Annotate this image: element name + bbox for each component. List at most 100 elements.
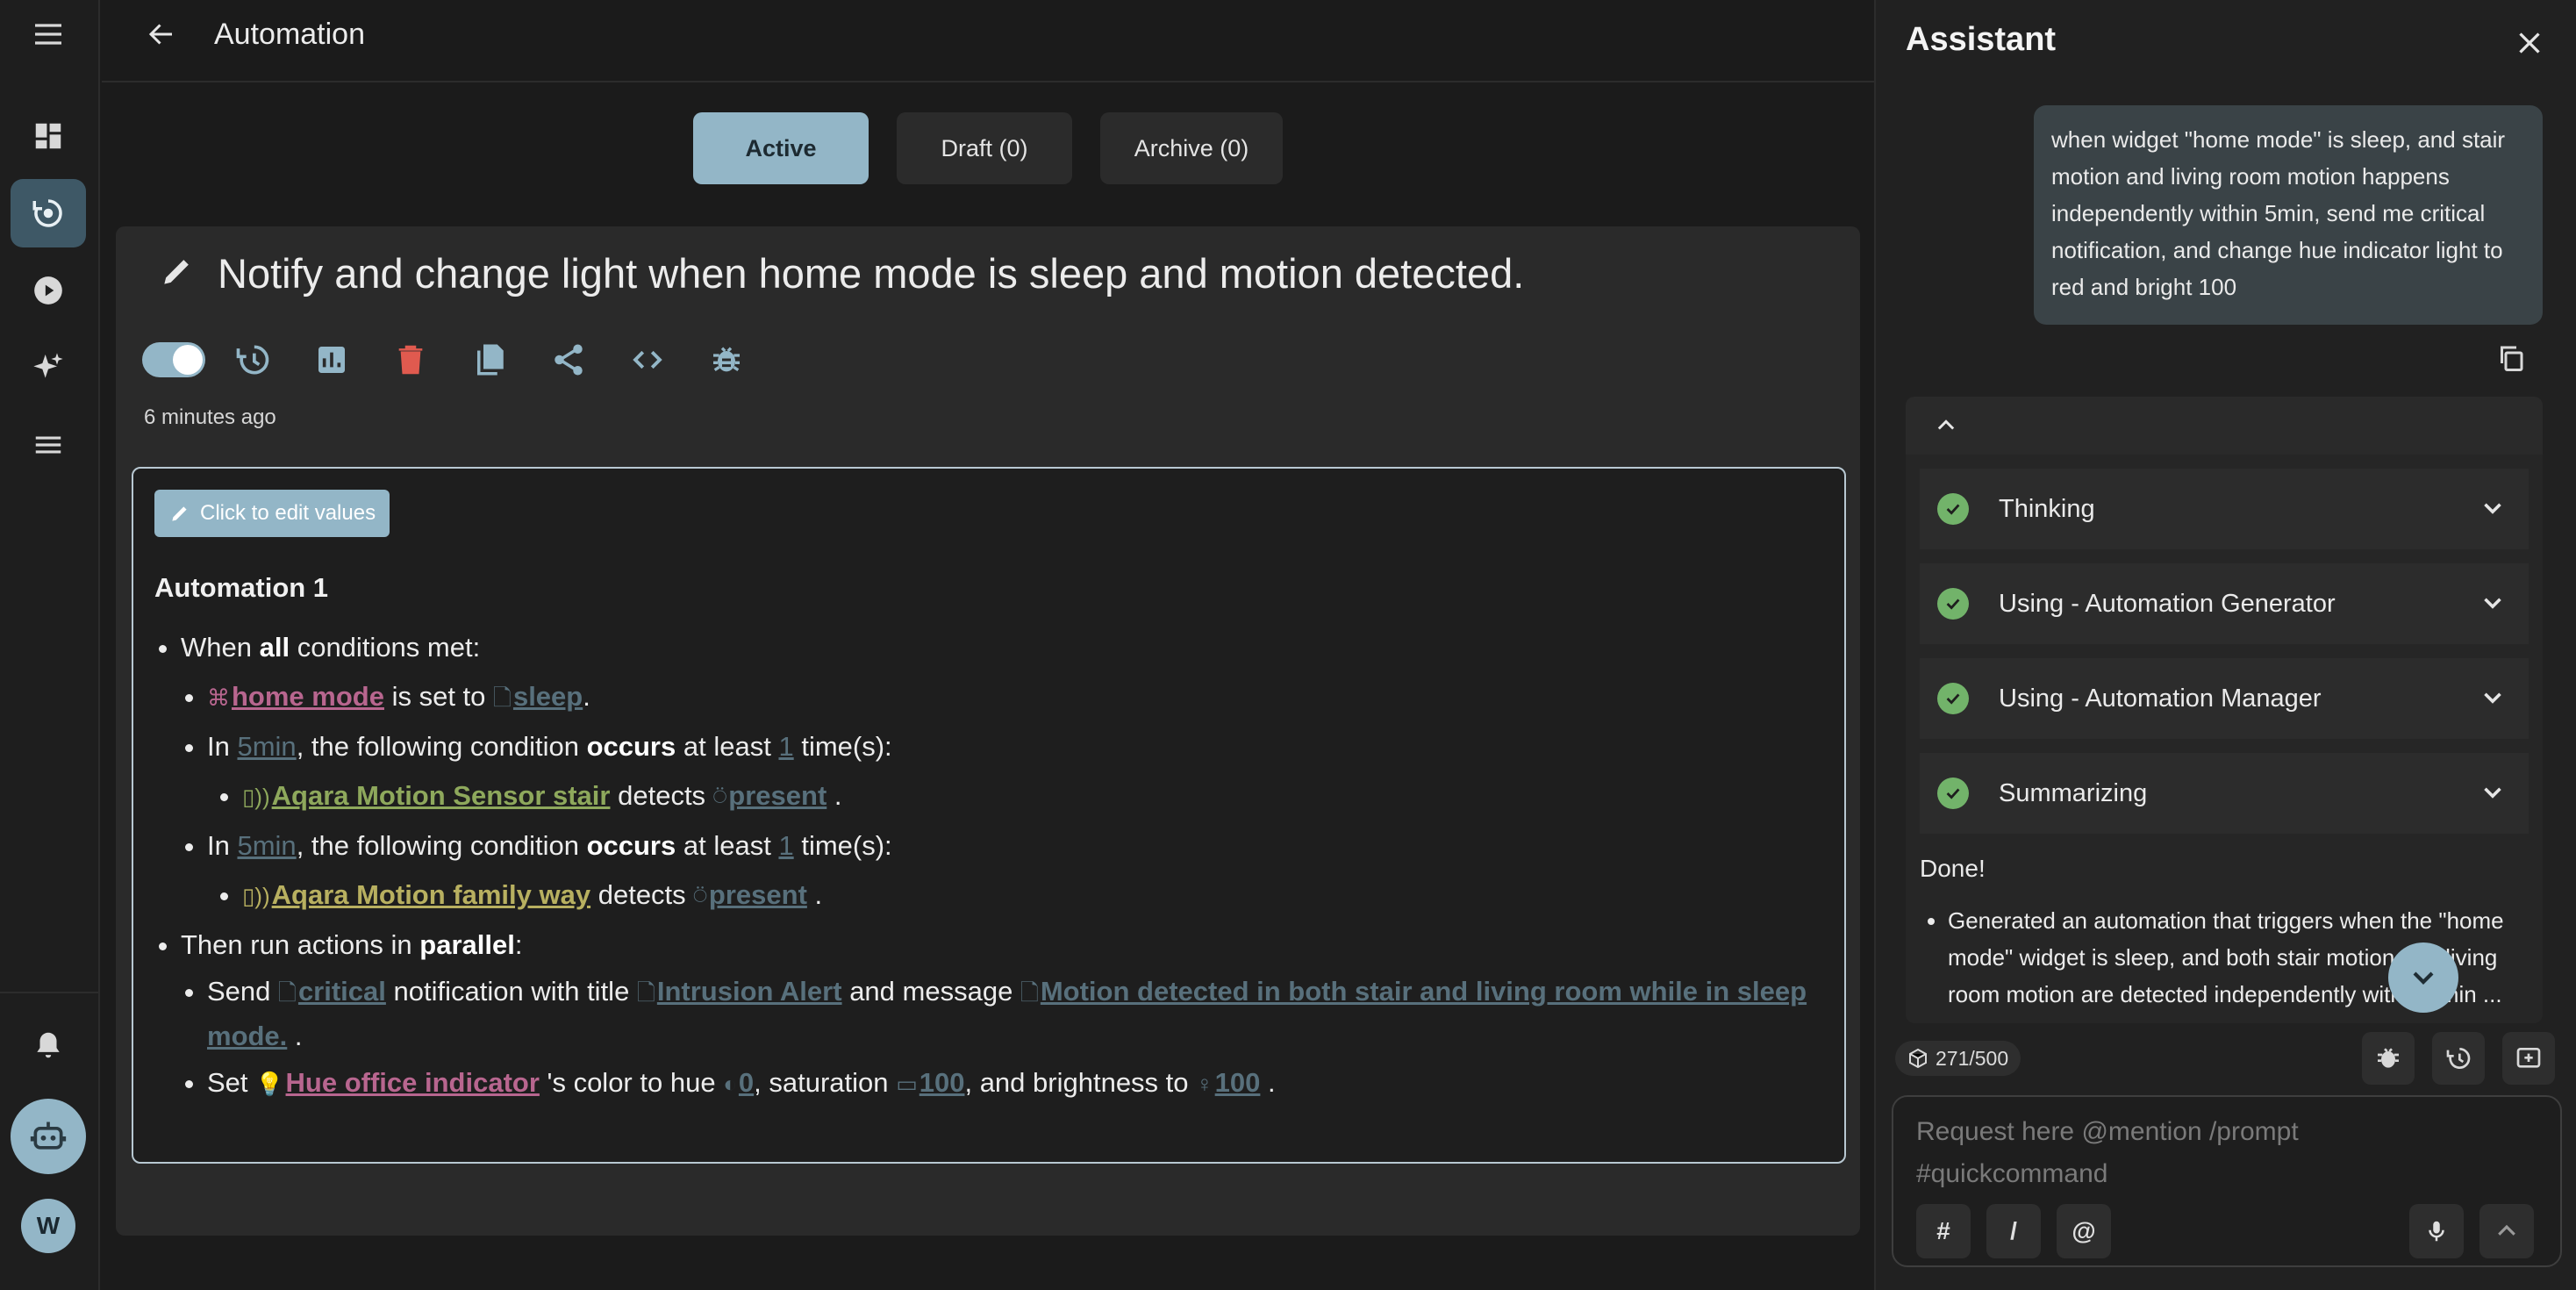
assistant-input[interactable]: Request here @mention /prompt #quickcomm… bbox=[1892, 1095, 2562, 1267]
enabled-toggle[interactable] bbox=[142, 342, 205, 377]
presence-value[interactable]: present bbox=[728, 780, 826, 811]
slash-button[interactable]: / bbox=[1986, 1204, 2041, 1258]
step-label: Thinking bbox=[1999, 494, 2095, 523]
occurrence-sublist: ▯))Aqara Motion Sensor stair detects ⍥pr… bbox=[242, 771, 1823, 821]
saturation-value[interactable]: 100 bbox=[919, 1067, 965, 1098]
condition-widget: ⌘home mode is set to 🗋sleep. bbox=[207, 672, 1823, 722]
check-icon bbox=[1937, 588, 1969, 620]
sensor-icon: ▯)) bbox=[242, 784, 270, 810]
chevron-down-icon bbox=[2484, 692, 2501, 704]
step-manager[interactable]: Using - Automation Manager bbox=[1920, 658, 2529, 739]
edit-values-label: Click to edit values bbox=[200, 501, 376, 525]
send-text: Send bbox=[207, 976, 271, 1007]
input-placeholder: Request here @mention /prompt #quickcomm… bbox=[1916, 1117, 2299, 1188]
history-icon[interactable] bbox=[2432, 1032, 2485, 1085]
punct: . bbox=[834, 780, 842, 811]
collapse-steps-button[interactable] bbox=[1906, 397, 2543, 455]
debug-icon[interactable] bbox=[2362, 1032, 2415, 1085]
app-root: W Automation Active Draft (0) Archive (0… bbox=[0, 0, 2576, 1290]
automation-icon[interactable] bbox=[11, 179, 86, 247]
when-clause: When all conditions met: ⌘home mode is s… bbox=[181, 623, 1823, 921]
check-icon bbox=[1937, 493, 1969, 525]
count-value[interactable]: 1 bbox=[778, 830, 793, 861]
notify-text: and message bbox=[849, 976, 1013, 1007]
when-prefix: When bbox=[181, 632, 252, 663]
chevron-down-icon bbox=[2484, 598, 2501, 609]
automation-title[interactable]: Notify and change light when home mode i… bbox=[218, 249, 1524, 297]
palette-icon: ◐ bbox=[723, 1071, 737, 1097]
code-icon[interactable] bbox=[625, 337, 670, 383]
new-chat-icon[interactable] bbox=[2502, 1032, 2555, 1085]
occur-text: at least bbox=[683, 830, 771, 861]
time-window-value[interactable]: 5min bbox=[237, 731, 296, 762]
edit-values-button[interactable]: Click to edit values bbox=[154, 490, 390, 537]
device-link[interactable]: Aqara Motion Sensor stair bbox=[272, 780, 611, 811]
tab-active[interactable]: Active bbox=[693, 112, 869, 184]
assistant-robot-button[interactable] bbox=[11, 1099, 86, 1174]
hash-button[interactable]: # bbox=[1916, 1204, 1971, 1258]
list-icon[interactable] bbox=[11, 411, 86, 479]
menu-icon[interactable] bbox=[11, 0, 86, 68]
count-value[interactable]: 1 bbox=[778, 731, 793, 762]
then-suffix: : bbox=[514, 929, 523, 960]
toggle-knob bbox=[173, 345, 203, 375]
history-icon[interactable] bbox=[230, 337, 275, 383]
back-arrow-icon[interactable] bbox=[135, 16, 188, 53]
stats-icon[interactable] bbox=[309, 337, 354, 383]
user-avatar[interactable]: W bbox=[21, 1199, 75, 1253]
notification-title[interactable]: Intrusion Alert bbox=[657, 976, 842, 1007]
cube-icon bbox=[1909, 1048, 1927, 1069]
bulb-icon: 💡 bbox=[255, 1071, 284, 1097]
delete-icon[interactable] bbox=[388, 337, 433, 383]
send-button[interactable] bbox=[2479, 1204, 2534, 1258]
bell-icon[interactable] bbox=[11, 1011, 86, 1079]
step-thinking[interactable]: Thinking bbox=[1920, 469, 2529, 549]
copy-icon[interactable] bbox=[2490, 337, 2532, 379]
pencil-icon[interactable] bbox=[158, 252, 197, 295]
widget-link[interactable]: home mode bbox=[232, 681, 384, 712]
widget-value[interactable]: sleep bbox=[513, 681, 583, 712]
time-window-value[interactable]: 5min bbox=[237, 830, 296, 861]
punct: . bbox=[1268, 1067, 1276, 1098]
step-summarizing[interactable]: Summarizing bbox=[1920, 753, 2529, 834]
light-text: 's color to hue bbox=[547, 1067, 716, 1098]
then-clause: Then run actions in parallel: Send 🗋 crit… bbox=[181, 921, 1823, 1108]
quota-text: 271/500 bbox=[1936, 1046, 2009, 1070]
close-icon[interactable] bbox=[2508, 21, 2551, 65]
then-prefix: Then run actions in bbox=[181, 929, 412, 960]
value-doc-icon: 🗋 bbox=[1020, 979, 1039, 1006]
notification-level[interactable]: critical bbox=[298, 976, 386, 1007]
step-generator[interactable]: Using - Automation Generator bbox=[1920, 563, 2529, 644]
occur-text: time(s): bbox=[801, 830, 892, 861]
debug-icon[interactable] bbox=[704, 337, 749, 383]
occurrence-condition: In 5min, the following condition occurs … bbox=[207, 821, 1823, 921]
widget-mid: is set to bbox=[391, 681, 486, 712]
scroll-down-button[interactable] bbox=[2388, 942, 2458, 1013]
condition-list: ⌘home mode is set to 🗋sleep. In 5min, th… bbox=[207, 672, 1823, 921]
sensor-condition: ▯))Aqara Motion family way detects ⍥pres… bbox=[242, 871, 1823, 921]
detects-text: detects bbox=[597, 879, 686, 910]
presence-value[interactable]: present bbox=[709, 879, 807, 910]
hue-value[interactable]: 0 bbox=[739, 1067, 754, 1098]
share-icon[interactable] bbox=[546, 337, 591, 383]
dashboard-icon[interactable] bbox=[11, 102, 86, 170]
assistant-title: Assistant bbox=[1906, 21, 2057, 58]
play-icon[interactable] bbox=[11, 256, 86, 325]
mention-button[interactable]: @ bbox=[2057, 1204, 2111, 1258]
quota-badge: 271/500 bbox=[1895, 1041, 2021, 1076]
duplicate-icon[interactable] bbox=[467, 337, 512, 383]
occur-bold: occurs bbox=[586, 731, 676, 762]
brightness-value[interactable]: 100 bbox=[1215, 1067, 1261, 1098]
automation-title-row: Notify and change light when home mode i… bbox=[158, 249, 1524, 297]
mic-icon[interactable] bbox=[2409, 1204, 2464, 1258]
automation-name: Automation 1 bbox=[154, 572, 329, 603]
light-device-link[interactable]: Hue office indicator bbox=[286, 1067, 540, 1098]
sparkle-icon[interactable] bbox=[11, 333, 86, 402]
occurrence-condition: In 5min, the following condition occurs … bbox=[207, 722, 1823, 821]
device-link[interactable]: Aqara Motion family way bbox=[272, 879, 590, 910]
tab-draft[interactable]: Draft (0) bbox=[897, 112, 1072, 184]
then-bold: parallel bbox=[419, 929, 515, 960]
tab-archive[interactable]: Archive (0) bbox=[1100, 112, 1283, 184]
automation-card: Notify and change light when home mode i… bbox=[116, 226, 1860, 1236]
widget-icon: ⌘ bbox=[207, 684, 230, 711]
